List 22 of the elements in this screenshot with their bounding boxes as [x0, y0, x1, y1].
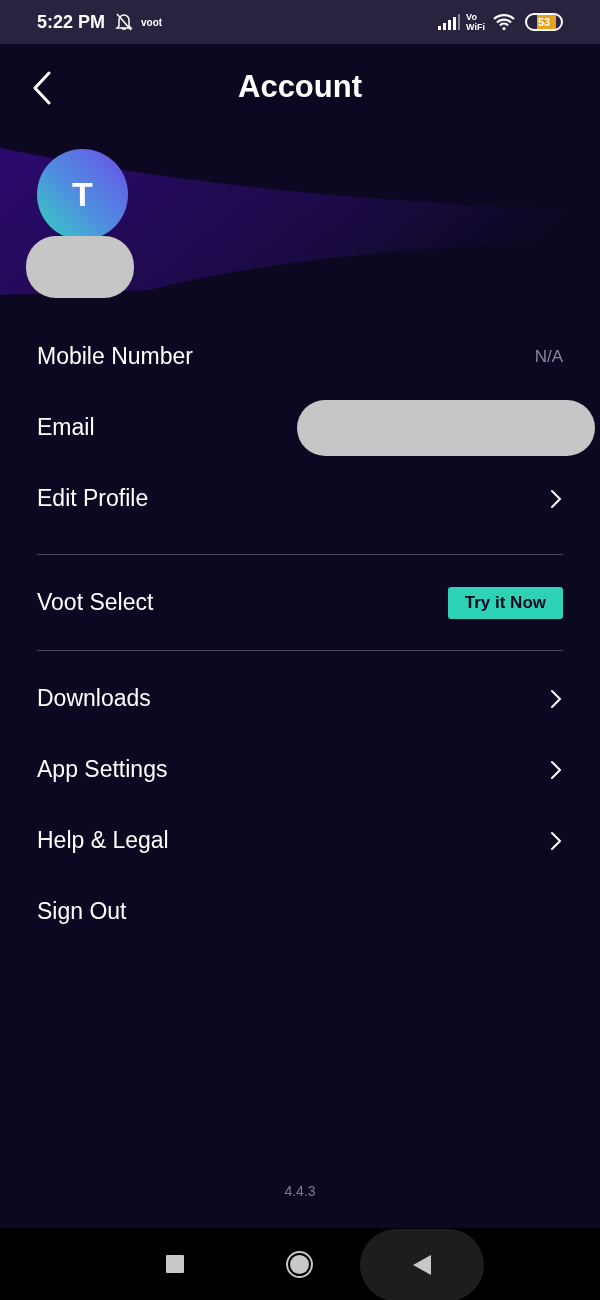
muted-bell-icon: [115, 12, 134, 32]
status-time: 5:22 PM: [37, 10, 106, 34]
battery-indicator: 53: [525, 13, 563, 31]
row-label: Email: [37, 413, 95, 443]
page-title: Account: [238, 67, 362, 106]
home-icon[interactable]: [286, 1250, 313, 1278]
row-label: App Settings: [37, 755, 168, 785]
row-label: Mobile Number: [37, 342, 193, 372]
row-value: N/A: [534, 345, 563, 368]
row-label: Sign Out: [37, 897, 127, 927]
back-icon[interactable]: [31, 71, 53, 105]
row-label: Help & Legal: [37, 826, 169, 856]
network-label: Vo WiFi: [466, 12, 485, 32]
row-label: Voot Select: [37, 588, 154, 618]
signal-icon: [438, 14, 461, 30]
try-now-button[interactable]: Try it Now: [447, 586, 563, 619]
row-label: Edit Profile: [37, 484, 149, 514]
app-name-label: voot: [141, 15, 163, 30]
version-label: 4.4.3: [284, 1182, 316, 1201]
wifi-icon: [493, 14, 515, 30]
row-label: Downloads: [37, 684, 151, 714]
back-triangle-icon[interactable]: [413, 1255, 431, 1275]
